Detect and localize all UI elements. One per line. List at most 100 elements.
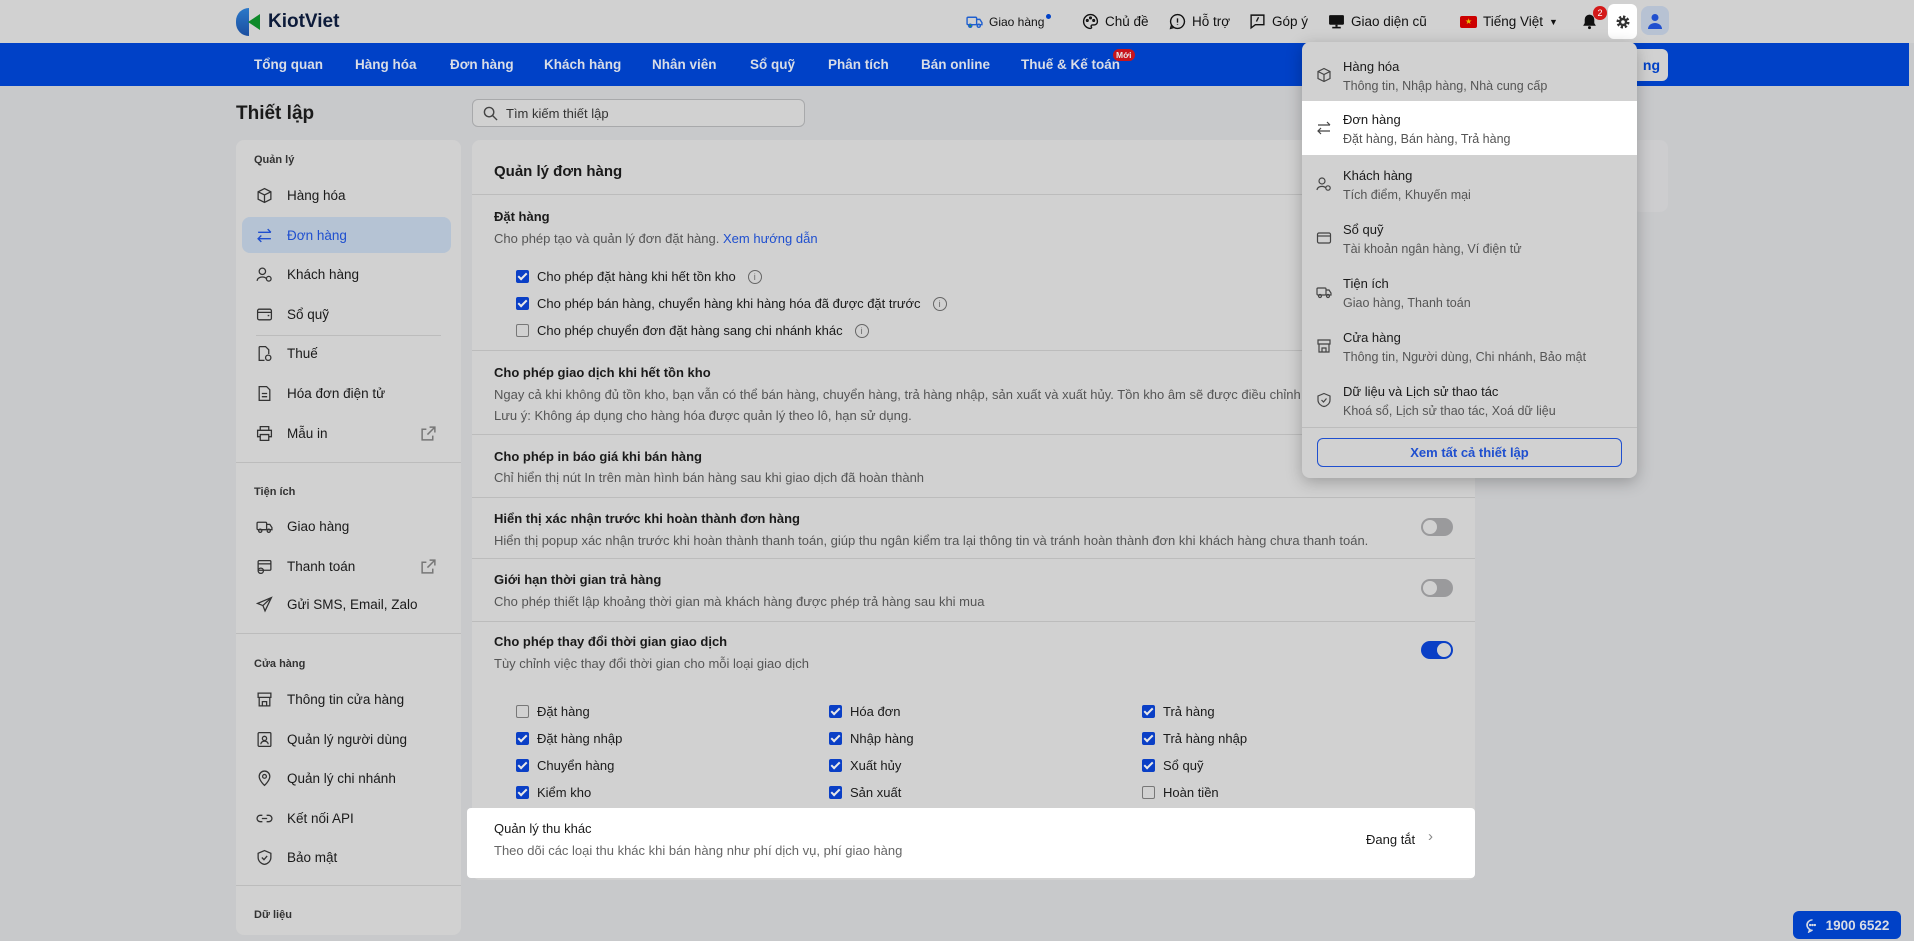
header-feedback[interactable]: Góp ý: [1249, 0, 1308, 43]
transaction-type-option[interactable]: Sản xuất: [829, 785, 901, 800]
dropdown-item[interactable]: Cửa hàng Thông tin, Người dùng, Chi nhánh…: [1302, 319, 1637, 373]
info-icon[interactable]: i: [932, 296, 947, 311]
section-title: Cho phép in báo giá khi bán hàng: [494, 449, 702, 464]
nav-employees[interactable]: Nhân viên: [652, 43, 717, 86]
checkbox[interactable]: [516, 759, 529, 772]
checkbox[interactable]: [516, 270, 529, 283]
transaction-type-option[interactable]: Trả hàng: [1142, 704, 1215, 719]
dropdown-item[interactable]: Khách hàng Tích điểm, Khuyến mại: [1302, 157, 1637, 211]
nav-customers[interactable]: Khách hàng: [544, 43, 621, 86]
transaction-type-option[interactable]: Xuất hủy: [829, 758, 901, 773]
checkbox[interactable]: [516, 297, 529, 310]
box-icon: [257, 187, 272, 203]
side-card: [1632, 140, 1668, 212]
checkbox[interactable]: [1142, 732, 1155, 745]
checkbox[interactable]: [829, 705, 842, 718]
confirm-toggle[interactable]: [1421, 518, 1453, 536]
transaction-type-option[interactable]: Trả hàng nhập: [1142, 731, 1247, 746]
checkbox[interactable]: [516, 705, 529, 718]
transaction-type-option[interactable]: Đặt hàng: [516, 704, 590, 719]
option-allow-order-out-of-stock[interactable]: Cho phép đặt hàng khi hết tồn kho i: [516, 269, 762, 284]
sidebar-item-messaging[interactable]: Gửi SMS, Email, Zalo: [242, 586, 451, 622]
sidebar-item-security[interactable]: Bảo mật: [242, 839, 451, 875]
checkbox[interactable]: [829, 786, 842, 799]
change-time-toggle[interactable]: [1421, 641, 1453, 659]
sidebar-item-payment[interactable]: Thanh toán: [242, 548, 451, 584]
sidebar-item-products[interactable]: Hàng hóa: [242, 177, 451, 213]
dropdown-item[interactable]: Hàng hóa Thông tin, Nhập hàng, Nhà cung c…: [1302, 48, 1637, 102]
chevron-down-icon: ▼: [1549, 16, 1558, 27]
sidebar-item-label: Quản lý người dùng: [287, 731, 407, 747]
header-support[interactable]: Hỗ trợ: [1169, 0, 1230, 43]
hotline-number: 1900 6522: [1825, 917, 1890, 933]
sidebar-item-store-info[interactable]: Thông tin cửa hàng: [242, 681, 451, 717]
checkbox[interactable]: [516, 732, 529, 745]
chevron-right-icon: ›: [1428, 828, 1433, 845]
transaction-type-option[interactable]: Đặt hàng nhập: [516, 731, 622, 746]
checkbox[interactable]: [1142, 786, 1155, 799]
checkbox[interactable]: [1142, 705, 1155, 718]
transaction-type-option[interactable]: Sổ quỹ: [1142, 758, 1203, 773]
sidebar-item-label: Thanh toán: [287, 558, 356, 574]
option-transfer-branch[interactable]: Cho phép chuyển đơn đặt hàng sang chi nh…: [516, 323, 869, 338]
option-label: Xuất hủy: [850, 758, 902, 773]
checkbox[interactable]: [516, 786, 529, 799]
sidebar-item-api[interactable]: Kết nối API: [242, 800, 451, 836]
section-title: Cho phép thay đổi thời gian giao dịch: [494, 634, 728, 649]
checkbox[interactable]: [1142, 759, 1155, 772]
transaction-type-option[interactable]: Hóa đơn: [829, 704, 900, 719]
feedback-icon: [1250, 14, 1265, 30]
view-all-settings-button[interactable]: Xem tất cả thiết lập: [1317, 438, 1622, 467]
sidebar-item-orders[interactable]: Đơn hàng: [242, 217, 451, 253]
kiotviet-logo[interactable]: KiotViet: [236, 8, 339, 36]
transaction-type-option[interactable]: Hoàn tiền: [1142, 785, 1219, 800]
sidebar-item-branches[interactable]: Quản lý chi nhánh: [242, 760, 451, 796]
status-text: Đang tắt: [1366, 832, 1416, 847]
header-theme[interactable]: Chủ đề: [1082, 0, 1149, 43]
settings-button[interactable]: [1608, 4, 1637, 39]
nav-tax-accounting[interactable]: Thuế & Kế toán: [1021, 43, 1120, 86]
search-box[interactable]: [472, 99, 805, 127]
nav-orders[interactable]: Đơn hàng: [450, 43, 514, 86]
transaction-type-option[interactable]: Nhập hàng: [829, 731, 914, 746]
option-label: Chuyển hàng: [537, 758, 615, 773]
checkbox[interactable]: [829, 759, 842, 772]
transaction-type-option[interactable]: Chuyển hàng: [516, 758, 614, 773]
truck-icon: [256, 521, 273, 533]
dropdown-item[interactable]: Tiện ích Giao hàng, Thanh toán: [1302, 265, 1637, 319]
info-icon[interactable]: i: [747, 269, 762, 284]
sidebar-item-label: Giao hàng: [287, 518, 350, 534]
hotline-button[interactable]: 1900 6522: [1793, 911, 1901, 939]
nav-products[interactable]: Hàng hóa: [355, 43, 417, 86]
header-old-ui[interactable]: Giao diện cũ: [1328, 0, 1427, 43]
dropdown-item[interactable]: Sổ quỹ Tài khoản ngân hàng, Ví điện tử: [1302, 211, 1637, 265]
sidebar-item-cashbook[interactable]: Sổ quỹ: [242, 296, 451, 332]
user-avatar[interactable]: [1641, 6, 1669, 35]
sidebar-item-tax[interactable]: Thuế: [242, 335, 451, 371]
other-fees-row[interactable]: Quản lý thu khác Theo dõi các loại thu k…: [467, 808, 1475, 878]
sidebar-item-e-invoice[interactable]: Hóa đơn điện tử: [242, 375, 451, 411]
dropdown-item[interactable]: Đơn hàng Đặt hàng, Bán hàng, Trả hàng: [1302, 101, 1637, 155]
nav-analytics[interactable]: Phân tích: [828, 43, 889, 86]
return-limit-toggle[interactable]: [1421, 579, 1453, 597]
section-desc: Cho phép thiết lập khoảng thời gian mà k…: [494, 594, 985, 609]
sidebar-item-users[interactable]: Quản lý người dùng: [242, 721, 451, 757]
guide-link[interactable]: Xem hướng dẫn: [723, 231, 818, 246]
checkbox[interactable]: [516, 324, 529, 337]
option-allow-sell-reserved[interactable]: Cho phép bán hàng, chuyển hàng khi hàng …: [516, 296, 947, 311]
option-label: Hoàn tiền: [1163, 785, 1219, 800]
sidebar-item-delivery[interactable]: Giao hàng: [242, 508, 451, 544]
nav-cashbook[interactable]: Sổ quỹ: [750, 43, 795, 86]
search-input[interactable]: [506, 105, 786, 121]
sidebar-item-print-templates[interactable]: Mẫu in: [242, 415, 451, 451]
transaction-type-option[interactable]: Kiểm kho: [516, 785, 591, 800]
dropdown-item[interactable]: Dữ liệu và Lịch sử thao tác Khoá sổ, Lịch…: [1302, 373, 1637, 427]
header-delivery[interactable]: Giao hàng: [966, 0, 1052, 43]
logo-text: KiotViet: [268, 11, 340, 32]
checkbox[interactable]: [829, 732, 842, 745]
nav-online-sales[interactable]: Bán online: [921, 43, 990, 86]
sidebar-item-customers[interactable]: Khách hàng: [242, 256, 451, 292]
language-select[interactable]: Tiếng Việt ▼: [1460, 0, 1558, 43]
info-icon[interactable]: i: [854, 323, 869, 338]
nav-overview[interactable]: Tổng quan: [254, 43, 323, 86]
